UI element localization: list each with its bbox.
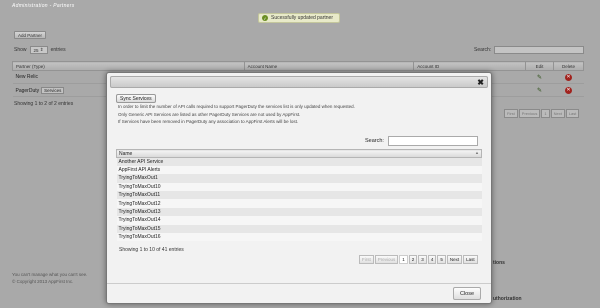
dialog-titlebar[interactable]: ✖ xyxy=(110,76,488,88)
background-search: Search: xyxy=(474,46,585,54)
service-name: Another API Service xyxy=(116,157,482,166)
pager-page-1[interactable]: 1 xyxy=(399,255,408,264)
table-row[interactable]: TryingToMaxOut10 xyxy=(116,182,482,192)
edit-cell: ✎ xyxy=(525,70,554,84)
flash-text: Sucessfully updated partner xyxy=(271,15,333,21)
service-name: TryingToMaxOut10 xyxy=(116,182,482,192)
service-name: TryingToMaxOut11 xyxy=(116,191,482,200)
pencil-icon[interactable]: ✎ xyxy=(537,88,542,94)
bg-pager-next[interactable]: Next xyxy=(550,109,565,118)
dialog-pager: First Previous 1 2 3 4 5 Next Last xyxy=(359,255,478,264)
close-icon[interactable]: ✖ xyxy=(477,78,484,88)
column-delete: Delete xyxy=(553,61,584,71)
service-name: AppFirst API Alerts xyxy=(116,165,482,175)
pager-first[interactable]: First xyxy=(359,255,374,264)
dialog-divider xyxy=(107,283,491,284)
table-row[interactable]: TryingToMaxOut16 xyxy=(116,233,482,242)
table-row[interactable]: AppFirst API Alerts xyxy=(116,165,482,175)
pager-page-3[interactable]: 3 xyxy=(418,255,427,264)
table-row[interactable]: TryingToMaxOut14 xyxy=(116,216,482,225)
service-name: TryingToMaxOut16 xyxy=(116,233,482,242)
sync-services-button[interactable]: Sync Services xyxy=(116,94,156,103)
footer-tagline: You can't manage what you can't see. xyxy=(12,272,88,277)
dialog-search-label: Search: xyxy=(365,138,384,144)
bg-pager-page[interactable]: 1 xyxy=(541,109,550,118)
services-table: Name ▲ Another API Service AppFirst API … xyxy=(116,149,482,242)
service-name: TryingToMaxOut15 xyxy=(116,224,482,234)
column-name[interactable]: Name ▲ xyxy=(116,149,482,158)
entries-select-value: 25 xyxy=(33,47,39,53)
sync-services-dialog: ✖ Sync Services In order to limit the nu… xyxy=(106,72,492,304)
background-search-input[interactable] xyxy=(494,46,585,54)
table-row[interactable]: TryingToMaxOut12 xyxy=(116,199,482,208)
pager-previous[interactable]: Previous xyxy=(374,255,399,264)
partner-name: PagerDuty xyxy=(15,87,40,94)
delete-icon[interactable]: ✕ xyxy=(565,73,572,81)
pencil-icon[interactable]: ✎ xyxy=(537,75,542,81)
background-pager: First Previous 1 Next Last xyxy=(504,109,580,118)
bg-pager-previous[interactable]: Previous xyxy=(518,109,541,118)
dialog-table-info: Showing 1 to 10 of 41 entries xyxy=(119,247,184,253)
column-name-label: Name xyxy=(119,150,133,157)
column-edit: Edit xyxy=(525,61,554,71)
pager-page-2[interactable]: 2 xyxy=(408,255,418,264)
footer-link-partial[interactable]: uthorization xyxy=(493,296,522,302)
pager-next[interactable]: Next xyxy=(446,255,463,264)
pager-last[interactable]: Last xyxy=(463,255,478,264)
sort-icon: ▲ xyxy=(475,150,479,155)
column-account-id[interactable]: Account ID xyxy=(413,61,527,71)
service-name: TryingToMaxOut12 xyxy=(116,199,482,208)
dialog-description: In order to limit the number of API call… xyxy=(118,103,355,126)
edit-cell: ✎ xyxy=(525,83,554,97)
entries-select[interactable]: 25 ⇕ xyxy=(29,46,48,54)
flash-message: ✓ Sucessfully updated partner xyxy=(258,13,340,23)
delete-cell: ✕ xyxy=(553,70,584,84)
table-row[interactable]: TryingToMaxOut1 xyxy=(116,174,482,183)
description-line: If Services have been removed in PagerDu… xyxy=(118,119,299,125)
table-row[interactable]: TryingToMaxOut15 xyxy=(116,224,482,234)
dialog-search: Search: xyxy=(365,136,478,146)
select-arrow-icon: ⇕ xyxy=(39,47,44,52)
bg-pager-last[interactable]: Last xyxy=(565,109,580,118)
page-title: Administration - Partners xyxy=(12,3,75,9)
table-row[interactable]: TryingToMaxOut13 xyxy=(116,207,482,217)
service-name: TryingToMaxOut14 xyxy=(116,216,482,225)
add-partner-button[interactable]: Add Partner xyxy=(14,31,47,39)
close-button[interactable]: Close xyxy=(452,287,481,300)
background-table-info: Showing 1 to 2 of 2 entries xyxy=(14,101,74,107)
description-line: Only Generic API Services are listed as … xyxy=(118,111,301,117)
bg-pager-first[interactable]: First xyxy=(504,109,518,118)
delete-icon[interactable]: ✕ xyxy=(565,86,572,94)
footer-copyright: © Copyright 2013 AppFirst Inc. xyxy=(12,279,74,284)
entries-label: entries xyxy=(50,47,66,53)
column-partner[interactable]: Partner (Type) xyxy=(12,61,245,71)
service-name: TryingToMaxOut1 xyxy=(116,174,482,183)
footer-link-partial[interactable]: tions xyxy=(493,260,505,266)
pager-page-5[interactable]: 5 xyxy=(437,255,446,264)
column-account-name[interactable]: Account Name xyxy=(243,61,415,71)
pager-page-4[interactable]: 4 xyxy=(427,255,437,264)
partner-name: New Relic xyxy=(15,74,39,80)
table-row[interactable]: Another API Service xyxy=(116,157,482,166)
dialog-search-input[interactable] xyxy=(387,136,478,146)
background-search-label: Search: xyxy=(474,47,492,53)
show-label: Show xyxy=(14,47,27,53)
success-icon: ✓ xyxy=(262,15,268,21)
service-name: TryingToMaxOut13 xyxy=(116,207,482,217)
table-row[interactable]: TryingToMaxOut11 xyxy=(116,191,482,200)
footer: You can't manage what you can't see. © C… xyxy=(12,271,87,285)
show-entries: Show 25 ⇕ entries xyxy=(14,46,66,54)
services-button[interactable]: Services xyxy=(41,86,65,94)
description-line: In order to limit the number of API call… xyxy=(118,104,355,109)
delete-cell: ✕ xyxy=(553,83,584,97)
